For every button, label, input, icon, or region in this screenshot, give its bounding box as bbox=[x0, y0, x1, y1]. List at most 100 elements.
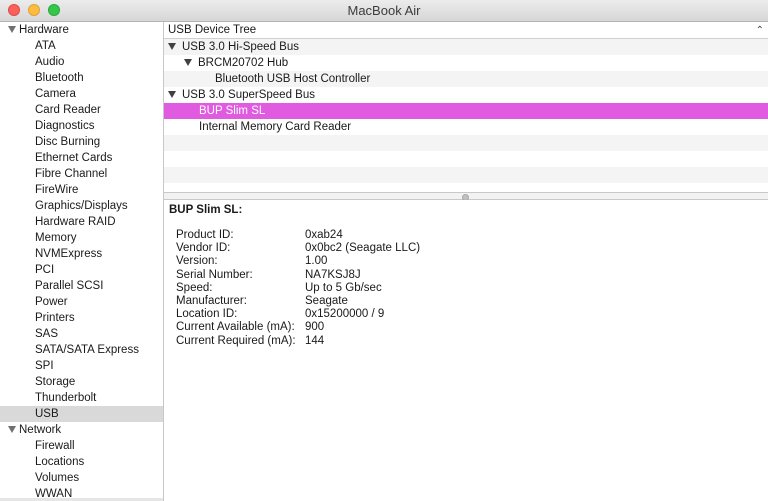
sidebar-item-spi[interactable]: SPI bbox=[0, 358, 163, 374]
sidebar-item-ethernet-cards[interactable]: Ethernet Cards bbox=[0, 150, 163, 166]
sidebar-item-label: Fibre Channel bbox=[35, 168, 108, 180]
tree-row[interactable]: BRCM20702 Hub bbox=[164, 55, 768, 71]
sidebar-item-label: ATA bbox=[35, 40, 56, 52]
sidebar-item-sata-sata-express[interactable]: SATA/SATA Express bbox=[0, 342, 163, 358]
sidebar-item-label: Volumes bbox=[35, 472, 80, 484]
sidebar-item-printers[interactable]: Printers bbox=[0, 310, 163, 326]
sidebar-item-nvmexpress[interactable]: NVMExpress bbox=[0, 246, 163, 262]
disclosure-triangle-icon[interactable] bbox=[8, 426, 16, 433]
sidebar-item-hardware-raid[interactable]: Hardware RAID bbox=[0, 214, 163, 230]
tree-row-label: USB 3.0 SuperSpeed Bus bbox=[182, 89, 315, 101]
sidebar-category-hardware[interactable]: Hardware bbox=[0, 22, 163, 38]
sidebar-item-label: NVMExpress bbox=[35, 248, 103, 260]
property-value: 0x0bc2 (Seagate LLC) bbox=[305, 242, 421, 255]
sidebar-item-label: Storage bbox=[35, 376, 76, 388]
property-label: Vendor ID: bbox=[176, 242, 231, 255]
property-label: Speed: bbox=[176, 281, 213, 294]
sidebar-item-graphics-displays[interactable]: Graphics/Displays bbox=[0, 198, 163, 214]
tree-row-label: Bluetooth USB Host Controller bbox=[215, 73, 371, 85]
property-label: Serial Number: bbox=[176, 268, 253, 281]
sidebar-item-label: Parallel SCSI bbox=[35, 280, 104, 292]
tree-column-header[interactable]: USB Device Tree ⌃ bbox=[164, 22, 768, 39]
sidebar-item-usb[interactable]: USB bbox=[0, 406, 163, 422]
sidebar-item-firewall[interactable]: Firewall bbox=[0, 438, 163, 454]
sidebar-item-power[interactable]: Power bbox=[0, 294, 163, 310]
title-bar[interactable]: MacBook Air bbox=[0, 0, 768, 22]
property-label: Manufacturer: bbox=[176, 294, 247, 307]
disclosure-triangle-icon[interactable] bbox=[168, 91, 176, 98]
usb-device-tree[interactable]: USB Device Tree ⌃ USB 3.0 Hi-Speed Bus BR… bbox=[164, 22, 768, 192]
sidebar[interactable]: Hardware ATA Audio Bluetooth Camera Card Read… bbox=[0, 22, 164, 501]
sidebar-item-audio[interactable]: Audio bbox=[0, 54, 163, 70]
tree-row-label: USB 3.0 Hi-Speed Bus bbox=[182, 41, 299, 53]
sidebar-item-label: Printers bbox=[35, 312, 75, 324]
sidebar-item-card-reader[interactable]: Card Reader bbox=[0, 102, 163, 118]
sidebar-item-label: Graphics/Displays bbox=[35, 200, 128, 212]
property-value: NA7KSJ8J bbox=[305, 268, 361, 281]
sort-chevron-up-icon[interactable]: ⌃ bbox=[756, 23, 764, 39]
sidebar-item-volumes[interactable]: Volumes bbox=[0, 470, 163, 486]
sidebar-item-pci[interactable]: PCI bbox=[0, 262, 163, 278]
sidebar-item-label: FireWire bbox=[35, 184, 79, 196]
sidebar-item-label: Thunderbolt bbox=[35, 392, 97, 404]
sidebar-item-label: Ethernet Cards bbox=[35, 152, 113, 164]
sidebar-item-label: SAS bbox=[35, 328, 59, 340]
disclosure-triangle-icon[interactable] bbox=[184, 59, 192, 66]
sidebar-category-label: Hardware bbox=[19, 24, 69, 36]
sidebar-item-bluetooth[interactable]: Bluetooth bbox=[0, 70, 163, 86]
property-value: 900 bbox=[305, 321, 325, 334]
tree-row[interactable]: BUP Slim SL bbox=[164, 103, 768, 119]
property-label: Version: bbox=[176, 255, 218, 268]
sidebar-item-memory[interactable]: Memory bbox=[0, 230, 163, 246]
sidebar-item-label: Locations bbox=[35, 456, 85, 468]
tree-row-label: BUP Slim SL bbox=[199, 105, 266, 117]
sidebar-item-firewire[interactable]: FireWire bbox=[0, 182, 163, 198]
sidebar-item-sas[interactable]: SAS bbox=[0, 326, 163, 342]
tree-row[interactable]: Internal Memory Card Reader bbox=[164, 119, 768, 135]
disclosure-triangle-icon[interactable] bbox=[8, 26, 16, 33]
sidebar-category-network[interactable]: Network bbox=[0, 422, 163, 438]
sidebar-item-thunderbolt[interactable]: Thunderbolt bbox=[0, 390, 163, 406]
tree-header-label: USB Device Tree bbox=[168, 24, 257, 36]
sidebar-item-label: Diagnostics bbox=[35, 120, 95, 132]
disclosure-triangle-icon[interactable] bbox=[168, 43, 176, 50]
tree-row[interactable]: Bluetooth USB Host Controller bbox=[164, 71, 768, 87]
tree-empty-row bbox=[164, 151, 768, 167]
sidebar-item-label: Camera bbox=[35, 88, 76, 100]
sidebar-item-label: Memory bbox=[35, 232, 77, 244]
tree-empty-row bbox=[164, 183, 768, 192]
window-title: MacBook Air bbox=[347, 3, 421, 18]
sidebar-item-label: Hardware RAID bbox=[35, 216, 116, 228]
sidebar-item-label: Card Reader bbox=[35, 104, 101, 116]
property-label: Current Available (mA): bbox=[176, 321, 295, 334]
sidebar-item-label: SPI bbox=[35, 360, 54, 372]
property-value: 0xab24 bbox=[305, 229, 343, 241]
sidebar-item-label: Disc Burning bbox=[35, 136, 101, 148]
tree-empty-row bbox=[164, 167, 768, 183]
tree-empty-row bbox=[164, 135, 768, 151]
sidebar-item-label: USB bbox=[35, 408, 59, 420]
sidebar-item-locations[interactable]: Locations bbox=[0, 454, 163, 470]
pane-splitter[interactable] bbox=[164, 192, 768, 201]
property-value: Seagate bbox=[305, 294, 348, 307]
sidebar-item-diagnostics[interactable]: Diagnostics bbox=[0, 118, 163, 134]
tree-row[interactable]: USB 3.0 SuperSpeed Bus bbox=[164, 87, 768, 103]
sidebar-item-disc-burning[interactable]: Disc Burning bbox=[0, 134, 163, 150]
sidebar-item-label: Firewall bbox=[35, 440, 75, 452]
sidebar-category-label: Network bbox=[19, 424, 62, 436]
tree-row-label: Internal Memory Card Reader bbox=[199, 121, 352, 133]
sidebar-item-camera[interactable]: Camera bbox=[0, 86, 163, 102]
sidebar-item-label: Power bbox=[35, 296, 68, 308]
sidebar-item-fibre-channel[interactable]: Fibre Channel bbox=[0, 166, 163, 182]
sidebar-item-parallel-scsi[interactable]: Parallel SCSI bbox=[0, 278, 163, 294]
tree-row[interactable]: USB 3.0 Hi-Speed Bus bbox=[164, 39, 768, 55]
tree-row-label: BRCM20702 Hub bbox=[198, 57, 289, 69]
detail-title: BUP Slim SL: bbox=[169, 204, 243, 216]
property-value: 144 bbox=[305, 334, 325, 347]
property-value: 1.00 bbox=[305, 255, 328, 268]
sidebar-item-ata[interactable]: ATA bbox=[0, 38, 163, 54]
sidebar-item-label: Bluetooth bbox=[35, 72, 84, 84]
sidebar-item-storage[interactable]: Storage bbox=[0, 374, 163, 390]
property-label: Location ID: bbox=[176, 308, 238, 321]
sidebar-item-label: SATA/SATA Express bbox=[35, 344, 139, 356]
